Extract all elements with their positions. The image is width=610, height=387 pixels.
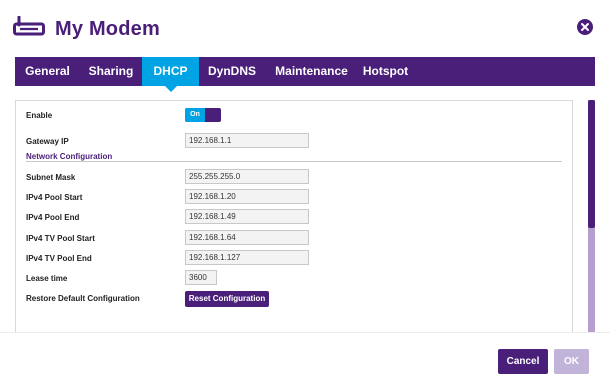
close-button[interactable] [577,19,593,35]
tab-dyndns[interactable]: DynDNS [199,57,265,86]
lease-time-field[interactable] [185,270,217,285]
restore-default-label: Restore Default Configuration [26,294,140,303]
footer-divider [0,332,610,333]
ipv4-tv-pool-start-label: IPv4 TV Pool Start [26,234,95,243]
page-title: My Modem [55,18,160,40]
enable-toggle[interactable]: On [185,108,221,122]
close-icon [581,23,589,31]
tab-hotspot[interactable]: Hotspot [358,57,413,86]
ipv4-pool-end-field[interactable] [185,209,309,224]
enable-label: Enable [26,111,53,120]
gateway-ip-field[interactable] [185,133,309,148]
tab-sharing[interactable]: Sharing [80,57,142,86]
ipv4-tv-pool-end-field[interactable] [185,250,309,265]
tab-bar: General Sharing DHCP DynDNS Maintenance … [15,57,595,92]
scrollbar-thumb[interactable] [588,100,595,228]
subnet-mask-field[interactable] [185,169,309,184]
ipv4-pool-end-label: IPv4 Pool End [26,213,80,222]
cancel-button[interactable]: Cancel [498,349,548,374]
tab-dhcp-label: DHCP [153,64,188,78]
modem-icon [13,16,45,36]
reset-configuration-button[interactable]: Reset Configuration [185,291,269,307]
dialog-header: My Modem [0,0,610,57]
ipv4-tv-pool-end-label: IPv4 TV Pool End [26,254,92,263]
subnet-mask-label: Subnet Mask [26,173,76,182]
ipv4-pool-start-field[interactable] [185,189,309,204]
ipv4-pool-start-label: IPv4 Pool Start [26,193,83,202]
tab-maintenance[interactable]: Maintenance [265,57,358,86]
enable-toggle-state: On [185,108,205,122]
gateway-ip-label: Gateway IP [26,137,69,146]
section-divider [26,161,562,162]
ipv4-tv-pool-start-field[interactable] [185,230,309,245]
tab-general[interactable]: General [15,57,80,86]
ok-button[interactable]: OK [554,349,589,374]
active-tab-indicator [164,86,177,92]
tab-dhcp[interactable]: DHCP [142,57,199,92]
network-configuration-heading: Network Configuration [26,152,113,161]
lease-time-label: Lease time [26,274,68,283]
